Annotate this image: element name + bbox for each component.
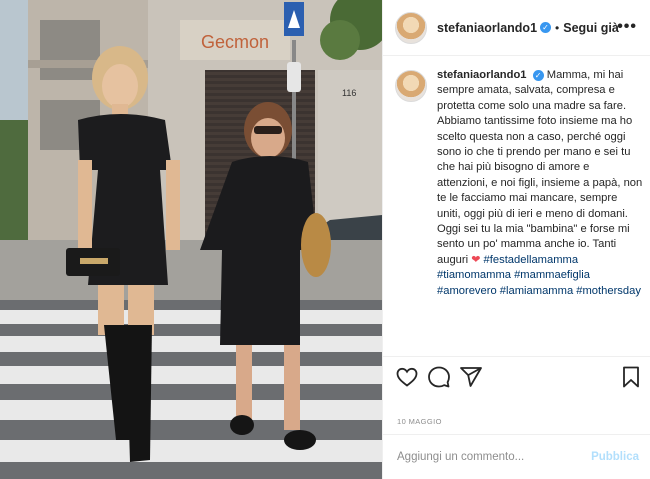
avatar[interactable] — [395, 11, 427, 44]
post-header: stefaniaorlando1 ✓ • Segui già ••• — [383, 0, 650, 56]
caption-body: Mamma, mi hai sempre amata, salvata, com… — [437, 69, 643, 266]
header-username[interactable]: stefaniaorlando1 — [437, 21, 537, 35]
street-number: 116 — [342, 88, 356, 98]
caption-hashtags[interactable]: #festadellamamma #tiamomamma #mammaefigl… — [437, 254, 641, 297]
save-bookmark-icon[interactable] — [619, 365, 643, 389]
heart-emoji-icon: ❤ — [471, 253, 481, 266]
share-icon[interactable] — [459, 365, 483, 389]
post-photo[interactable]: Gecmon 116 — [0, 0, 382, 479]
post-sidebar: stefaniaorlando1 ✓ • Segui già ••• stefa… — [382, 0, 650, 479]
caption-username[interactable]: stefaniaorlando1 — [437, 69, 527, 81]
caption-avatar[interactable] — [395, 70, 427, 102]
comment-input[interactable] — [397, 451, 592, 463]
shop-sign-text: Gecmon — [201, 32, 269, 52]
separator: • — [555, 20, 560, 35]
following-button[interactable]: Segui già — [563, 21, 619, 35]
caption-text: stefaniaorlando1 ✓ Mamma, mi hai sempre … — [437, 68, 643, 299]
verified-badge-icon: ✓ — [540, 22, 552, 33]
verified-badge-icon: ✓ — [532, 70, 544, 81]
more-options-icon[interactable]: ••• — [617, 19, 637, 35]
like-heart-icon[interactable] — [395, 365, 419, 389]
post-image: Gecmon 116 — [0, 0, 382, 479]
comment-form: Pubblica — [383, 434, 650, 479]
post-date[interactable]: 10 MAGGIO — [397, 417, 442, 426]
publish-button[interactable]: Pubblica — [591, 451, 639, 463]
caption-block: stefaniaorlando1 ✓ Mamma, mi hai sempre … — [395, 68, 645, 299]
comment-icon[interactable] — [427, 365, 451, 389]
action-bar — [383, 356, 650, 396]
